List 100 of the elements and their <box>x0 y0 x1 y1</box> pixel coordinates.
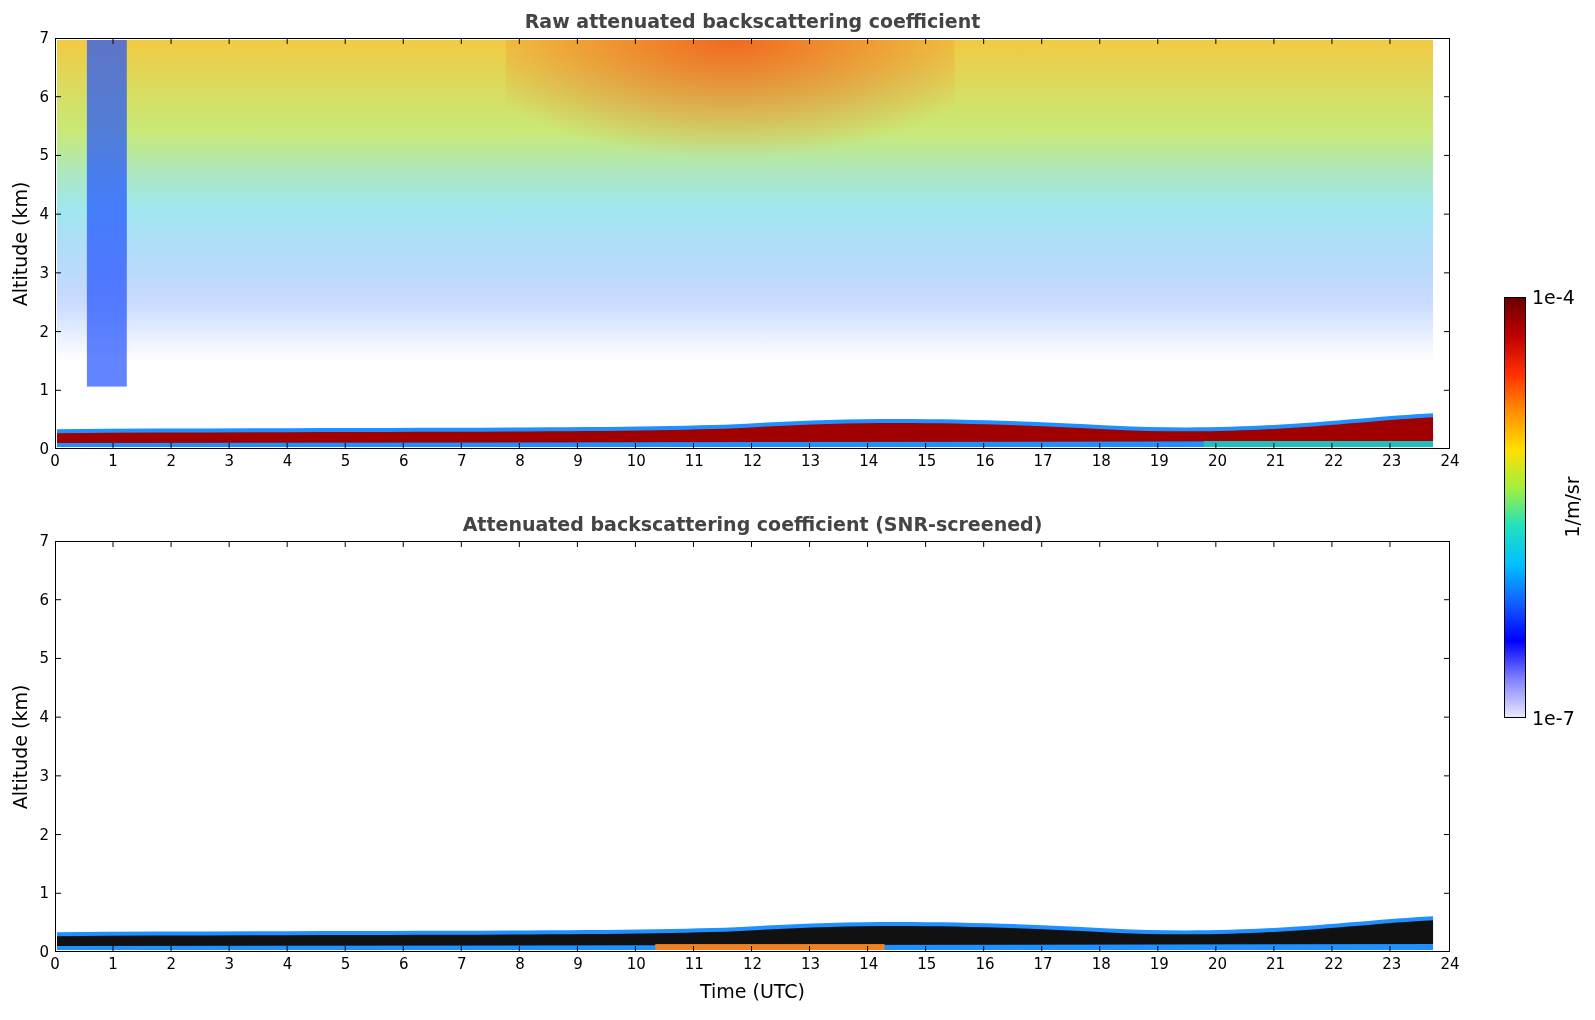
tick-mark <box>55 272 62 274</box>
tick-mark <box>1157 442 1159 449</box>
x-tick-label: 3 <box>224 955 235 973</box>
tick-mark <box>55 213 62 215</box>
tick-mark <box>1443 389 1450 391</box>
tick-mark <box>402 442 404 449</box>
tick-mark <box>55 389 62 391</box>
tick-mark <box>518 945 520 952</box>
x-axis-label: Time (UTC) <box>700 980 805 1002</box>
y-tick-label: 3 <box>39 263 49 282</box>
x-tick-label: 3 <box>224 452 235 470</box>
tick-mark <box>55 599 62 601</box>
tick-mark <box>692 38 694 45</box>
tick-mark <box>1215 442 1217 449</box>
tick-mark <box>112 541 114 548</box>
tick-mark <box>55 716 62 718</box>
y-tick-label: 7 <box>39 29 49 47</box>
tick-mark <box>1331 442 1333 449</box>
tick-mark <box>344 442 346 449</box>
tick-mark <box>983 38 985 45</box>
y-axis-label: Altitude (km) <box>9 684 31 809</box>
y-tick-label: 6 <box>39 87 49 106</box>
tick-mark <box>692 945 694 952</box>
x-tick-label: 15 <box>917 452 937 470</box>
tick-mark <box>983 442 985 449</box>
tick-mark <box>867 541 869 548</box>
tick-mark <box>55 154 62 156</box>
y-tick-label: 0 <box>39 943 49 961</box>
x-tick-label: 18 <box>1091 955 1111 973</box>
x-tick-label: 12 <box>742 452 763 470</box>
x-tick-label: 23 <box>1382 452 1402 470</box>
x-tick-label: 20 <box>1207 955 1228 973</box>
tick-mark <box>751 38 752 45</box>
x-tick-label: 9 <box>573 955 583 973</box>
x-tick-label: 17 <box>1033 955 1053 973</box>
tick-mark <box>170 442 172 449</box>
x-tick-label: 16 <box>975 452 995 470</box>
tick-mark <box>1443 892 1450 894</box>
x-tick-label: 8 <box>515 955 525 973</box>
tick-mark <box>286 38 288 45</box>
y-tick-label: 1 <box>39 381 49 400</box>
tick-mark <box>1215 38 1217 45</box>
tick-mark <box>1099 541 1101 548</box>
y-tick-label: 0 <box>39 440 49 458</box>
y-tick-label: 2 <box>39 825 49 844</box>
x-tick-label: 19 <box>1149 955 1169 973</box>
x-tick-label: 14 <box>859 452 879 470</box>
y-tick-label: 5 <box>39 146 49 165</box>
tick-mark <box>1273 442 1275 449</box>
tick-mark <box>112 38 114 45</box>
y-tick-label: 5 <box>39 649 49 668</box>
x-tick-label: 13 <box>801 955 821 973</box>
y-tick-label: 4 <box>39 708 49 727</box>
tick-mark <box>692 541 694 548</box>
x-tick-label: 17 <box>1033 452 1053 470</box>
x-tick-label: 4 <box>282 452 293 470</box>
tick-mark <box>460 442 462 449</box>
tick-mark <box>576 541 578 548</box>
tick-mark <box>1443 272 1450 274</box>
x-tick-label: 10 <box>626 452 646 470</box>
tick-mark <box>1331 38 1333 45</box>
tick-mark <box>925 442 927 449</box>
tick-mark <box>692 442 694 449</box>
x-tick-label: 9 <box>573 452 583 470</box>
x-tick-label: 10 <box>626 955 646 973</box>
tick-mark <box>55 892 62 894</box>
x-tick-label: 15 <box>917 955 937 973</box>
tick-mark <box>809 541 811 548</box>
tick-mark <box>925 38 927 45</box>
x-tick-label: 8 <box>515 452 525 470</box>
tick-mark <box>1099 945 1101 952</box>
tick-mark <box>402 38 404 45</box>
tick-mark <box>170 38 172 45</box>
tick-mark <box>1157 541 1159 548</box>
colorbar-min-label: 1e-7 <box>1532 707 1575 729</box>
tick-mark <box>518 442 520 449</box>
tick-mark <box>55 331 62 333</box>
colorbar-max-label: 1e-4 <box>1532 286 1575 308</box>
tick-mark <box>634 541 636 548</box>
tick-mark <box>1443 834 1450 836</box>
tick-mark <box>576 442 578 449</box>
tick-mark <box>1215 945 1217 952</box>
tick-mark <box>1443 599 1450 601</box>
y-tick-label: 6 <box>39 590 49 609</box>
tick-mark <box>1099 38 1101 45</box>
tick-mark <box>228 945 230 952</box>
tick-mark <box>925 541 927 548</box>
tick-mark <box>1041 38 1043 45</box>
tick-mark <box>170 541 172 548</box>
x-tick-label: 1 <box>108 955 118 973</box>
tick-mark <box>925 945 927 952</box>
x-tick-label: 11 <box>684 955 704 973</box>
tick-mark <box>286 442 288 449</box>
tick-mark <box>1099 442 1101 449</box>
x-tick-label: 23 <box>1382 955 1402 973</box>
tick-mark <box>518 541 520 548</box>
tick-mark <box>867 442 869 449</box>
x-tick-label: 21 <box>1266 955 1286 973</box>
x-tick-label: 11 <box>684 452 704 470</box>
tick-mark <box>867 945 869 952</box>
